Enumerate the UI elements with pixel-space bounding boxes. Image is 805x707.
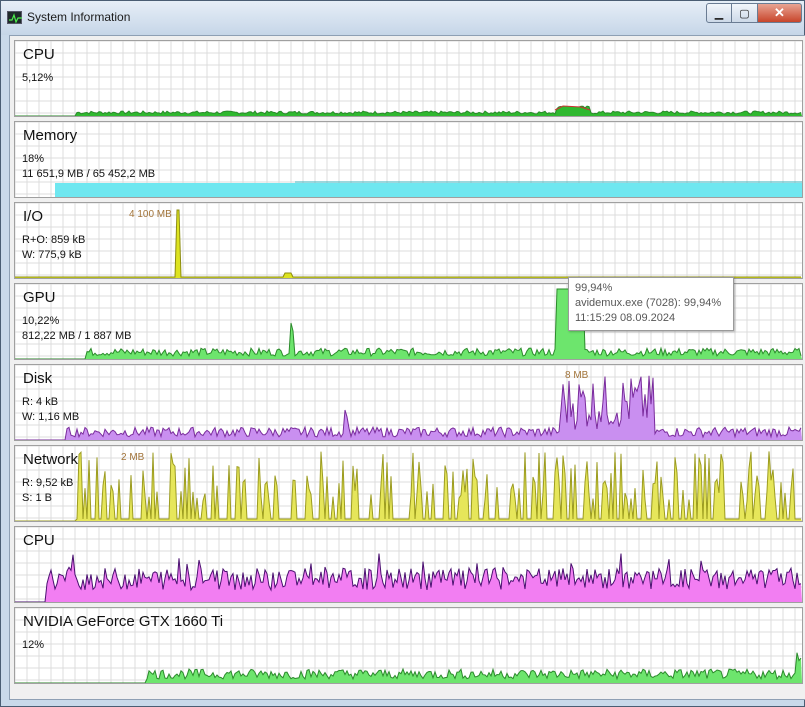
network-panel[interactable]: Network R: 9,52 kB S: 1 B 2 MB [14, 445, 803, 522]
cpu-panel[interactable]: CPU 5,12% [14, 40, 803, 117]
disk-area [15, 375, 802, 440]
close-button[interactable]: ✕ [758, 3, 802, 23]
panel-title: CPU [23, 532, 55, 549]
window-title: System Information [27, 10, 131, 24]
disk-graph [15, 365, 802, 440]
graph-tooltip: 99,94% avidemux.exe (7028): 99,94% 11:15… [568, 277, 734, 331]
io-area [15, 210, 802, 278]
memory-graph [15, 122, 802, 197]
tooltip-time: 11:15:29 08.09.2024 [575, 312, 676, 324]
maximize-icon: ▢ [739, 7, 750, 20]
tooltip-value: 99,94% [575, 282, 613, 294]
activity-graph-icon [7, 11, 22, 24]
system-information-window: System Information ▁ ▢ ✕ CPU 5,12% Memor… [0, 0, 805, 707]
panel-value: R: 9,52 kB [22, 477, 74, 489]
panel-detail: S: 1 B [22, 492, 52, 504]
panel-detail: 11 651,9 MB / 65 452,2 MB [22, 168, 156, 180]
disk-panel[interactable]: Disk R: 4 kB W: 1,16 MB 8 MB [14, 364, 803, 441]
io-panel[interactable]: I/O R+O: 859 kB W: 775,9 kB 4 100 MB [14, 202, 803, 279]
maximize-button[interactable]: ▢ [732, 3, 758, 23]
panel-value: R: 4 kB [22, 396, 59, 408]
cpu-history-graph [15, 527, 802, 602]
minimize-button[interactable]: ▁ [706, 3, 732, 23]
panel-value: 12% [22, 639, 45, 651]
io-line [15, 209, 801, 278]
panel-title: I/O [23, 208, 44, 225]
panel-value: 10,22% [22, 315, 60, 327]
cpu-graph [15, 41, 802, 116]
panel-detail: W: 775,9 kB [22, 249, 82, 261]
cpu-history-panel[interactable]: CPU [14, 526, 803, 603]
peak-label: 8 MB [565, 370, 589, 381]
panel-title: CPU [23, 46, 55, 63]
minimize-icon: ▁ [714, 7, 724, 20]
memory-area [55, 183, 802, 197]
close-icon: ✕ [774, 5, 785, 20]
panel-title: GPU [23, 289, 56, 306]
caption-buttons: ▁ ▢ ✕ [706, 3, 802, 23]
nvidia-gpu-panel[interactable]: NVIDIA GeForce GTX 1660 Ti 12% [14, 607, 803, 684]
peak-label: 2 MB [121, 452, 145, 463]
panel-value: 5,12% [22, 72, 54, 84]
graphs-area: CPU 5,12% Memory 18% 11 651,9 MB / 65 45… [9, 35, 805, 700]
panel-detail: W: 1,16 MB [22, 411, 80, 423]
panel-detail: 812,22 MB / 1 887 MB [22, 330, 132, 342]
peak-label: 4 100 MB [129, 209, 172, 220]
panel-value: R+O: 859 kB [22, 234, 86, 246]
panel-title: Network [23, 451, 79, 468]
panel-title: NVIDIA GeForce GTX 1660 Ti [23, 613, 224, 630]
panel-value: 18% [22, 153, 45, 165]
memory-panel[interactable]: Memory 18% 11 651,9 MB / 65 452,2 MB [14, 121, 803, 198]
panel-title: Memory [23, 127, 78, 144]
tooltip-process: avidemux.exe (7028): 99,94% [575, 297, 722, 309]
panel-title: Disk [23, 370, 53, 387]
title-bar[interactable]: System Information ▁ ▢ ✕ [1, 1, 804, 35]
